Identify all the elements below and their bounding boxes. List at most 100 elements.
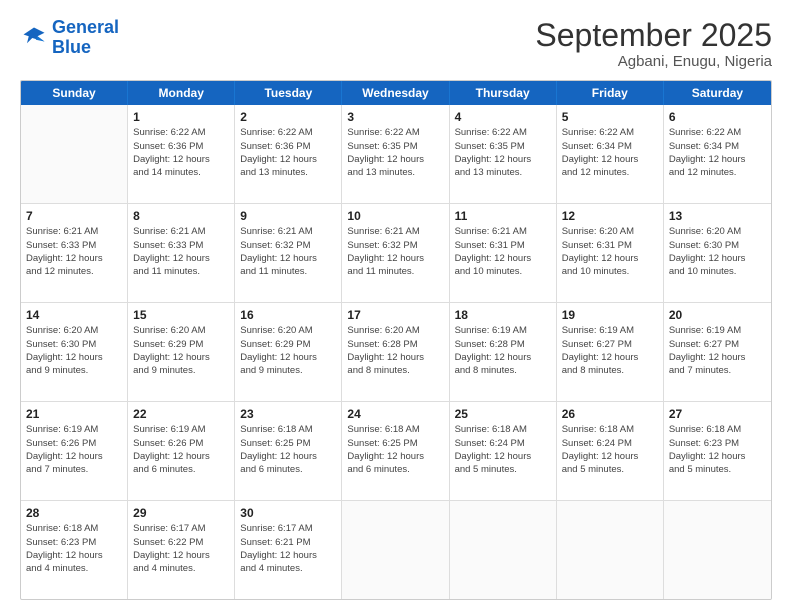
day-info: Sunrise: 6:21 AM Sunset: 6:31 PM Dayligh…	[455, 225, 551, 278]
day-info: Sunrise: 6:18 AM Sunset: 6:24 PM Dayligh…	[562, 423, 658, 476]
day-number: 17	[347, 307, 443, 323]
calendar-row-0: 1Sunrise: 6:22 AM Sunset: 6:36 PM Daylig…	[21, 105, 771, 204]
day-info: Sunrise: 6:19 AM Sunset: 6:28 PM Dayligh…	[455, 324, 551, 377]
day-number: 18	[455, 307, 551, 323]
day-number: 7	[26, 208, 122, 224]
day-number: 23	[240, 406, 336, 422]
calendar-row-1: 7Sunrise: 6:21 AM Sunset: 6:33 PM Daylig…	[21, 204, 771, 303]
calendar-row-3: 21Sunrise: 6:19 AM Sunset: 6:26 PM Dayli…	[21, 402, 771, 501]
day-number: 9	[240, 208, 336, 224]
day-number: 4	[455, 109, 551, 125]
empty-cell	[450, 501, 557, 599]
day-info: Sunrise: 6:18 AM Sunset: 6:24 PM Dayligh…	[455, 423, 551, 476]
day-number: 28	[26, 505, 122, 521]
day-info: Sunrise: 6:17 AM Sunset: 6:21 PM Dayligh…	[240, 522, 336, 575]
day-cell-26: 26Sunrise: 6:18 AM Sunset: 6:24 PM Dayli…	[557, 402, 664, 500]
day-number: 26	[562, 406, 658, 422]
day-info: Sunrise: 6:22 AM Sunset: 6:35 PM Dayligh…	[455, 126, 551, 179]
empty-cell	[664, 501, 771, 599]
day-number: 22	[133, 406, 229, 422]
day-cell-20: 20Sunrise: 6:19 AM Sunset: 6:27 PM Dayli…	[664, 303, 771, 401]
day-info: Sunrise: 6:18 AM Sunset: 6:25 PM Dayligh…	[347, 423, 443, 476]
day-cell-15: 15Sunrise: 6:20 AM Sunset: 6:29 PM Dayli…	[128, 303, 235, 401]
day-cell-9: 9Sunrise: 6:21 AM Sunset: 6:32 PM Daylig…	[235, 204, 342, 302]
day-number: 2	[240, 109, 336, 125]
day-cell-5: 5Sunrise: 6:22 AM Sunset: 6:34 PM Daylig…	[557, 105, 664, 203]
weekday-header-sunday: Sunday	[21, 81, 128, 105]
day-info: Sunrise: 6:19 AM Sunset: 6:26 PM Dayligh…	[26, 423, 122, 476]
location: Agbani, Enugu, Nigeria	[535, 53, 772, 70]
day-number: 10	[347, 208, 443, 224]
day-number: 30	[240, 505, 336, 521]
day-cell-21: 21Sunrise: 6:19 AM Sunset: 6:26 PM Dayli…	[21, 402, 128, 500]
day-info: Sunrise: 6:22 AM Sunset: 6:34 PM Dayligh…	[562, 126, 658, 179]
day-cell-29: 29Sunrise: 6:17 AM Sunset: 6:22 PM Dayli…	[128, 501, 235, 599]
day-cell-17: 17Sunrise: 6:20 AM Sunset: 6:28 PM Dayli…	[342, 303, 449, 401]
day-cell-19: 19Sunrise: 6:19 AM Sunset: 6:27 PM Dayli…	[557, 303, 664, 401]
header: General Blue September 2025 Agbani, Enug…	[20, 18, 772, 70]
calendar-body: 1Sunrise: 6:22 AM Sunset: 6:36 PM Daylig…	[21, 105, 771, 599]
day-cell-4: 4Sunrise: 6:22 AM Sunset: 6:35 PM Daylig…	[450, 105, 557, 203]
day-info: Sunrise: 6:18 AM Sunset: 6:25 PM Dayligh…	[240, 423, 336, 476]
day-info: Sunrise: 6:21 AM Sunset: 6:33 PM Dayligh…	[26, 225, 122, 278]
day-number: 3	[347, 109, 443, 125]
day-info: Sunrise: 6:22 AM Sunset: 6:36 PM Dayligh…	[133, 126, 229, 179]
day-info: Sunrise: 6:20 AM Sunset: 6:30 PM Dayligh…	[669, 225, 766, 278]
logo-text: General Blue	[52, 18, 119, 58]
logo-line1: General	[52, 17, 119, 37]
day-cell-11: 11Sunrise: 6:21 AM Sunset: 6:31 PM Dayli…	[450, 204, 557, 302]
day-info: Sunrise: 6:21 AM Sunset: 6:32 PM Dayligh…	[347, 225, 443, 278]
weekday-header-tuesday: Tuesday	[235, 81, 342, 105]
day-number: 29	[133, 505, 229, 521]
day-cell-12: 12Sunrise: 6:20 AM Sunset: 6:31 PM Dayli…	[557, 204, 664, 302]
day-cell-22: 22Sunrise: 6:19 AM Sunset: 6:26 PM Dayli…	[128, 402, 235, 500]
day-info: Sunrise: 6:19 AM Sunset: 6:27 PM Dayligh…	[562, 324, 658, 377]
day-cell-25: 25Sunrise: 6:18 AM Sunset: 6:24 PM Dayli…	[450, 402, 557, 500]
day-info: Sunrise: 6:19 AM Sunset: 6:27 PM Dayligh…	[669, 324, 766, 377]
day-number: 20	[669, 307, 766, 323]
day-cell-18: 18Sunrise: 6:19 AM Sunset: 6:28 PM Dayli…	[450, 303, 557, 401]
day-info: Sunrise: 6:18 AM Sunset: 6:23 PM Dayligh…	[26, 522, 122, 575]
day-info: Sunrise: 6:19 AM Sunset: 6:26 PM Dayligh…	[133, 423, 229, 476]
page: General Blue September 2025 Agbani, Enug…	[0, 0, 792, 612]
logo: General Blue	[20, 18, 119, 58]
day-number: 11	[455, 208, 551, 224]
day-number: 13	[669, 208, 766, 224]
day-number: 14	[26, 307, 122, 323]
day-cell-2: 2Sunrise: 6:22 AM Sunset: 6:36 PM Daylig…	[235, 105, 342, 203]
calendar-row-2: 14Sunrise: 6:20 AM Sunset: 6:30 PM Dayli…	[21, 303, 771, 402]
day-number: 19	[562, 307, 658, 323]
day-info: Sunrise: 6:20 AM Sunset: 6:29 PM Dayligh…	[133, 324, 229, 377]
day-number: 12	[562, 208, 658, 224]
day-number: 1	[133, 109, 229, 125]
day-info: Sunrise: 6:20 AM Sunset: 6:29 PM Dayligh…	[240, 324, 336, 377]
logo-icon	[20, 24, 48, 52]
day-cell-16: 16Sunrise: 6:20 AM Sunset: 6:29 PM Dayli…	[235, 303, 342, 401]
calendar: SundayMondayTuesdayWednesdayThursdayFrid…	[20, 80, 772, 600]
day-cell-8: 8Sunrise: 6:21 AM Sunset: 6:33 PM Daylig…	[128, 204, 235, 302]
day-cell-14: 14Sunrise: 6:20 AM Sunset: 6:30 PM Dayli…	[21, 303, 128, 401]
day-info: Sunrise: 6:20 AM Sunset: 6:31 PM Dayligh…	[562, 225, 658, 278]
day-info: Sunrise: 6:22 AM Sunset: 6:34 PM Dayligh…	[669, 126, 766, 179]
day-number: 5	[562, 109, 658, 125]
weekday-header-friday: Friday	[557, 81, 664, 105]
day-number: 24	[347, 406, 443, 422]
calendar-row-4: 28Sunrise: 6:18 AM Sunset: 6:23 PM Dayli…	[21, 501, 771, 599]
day-cell-30: 30Sunrise: 6:17 AM Sunset: 6:21 PM Dayli…	[235, 501, 342, 599]
day-number: 15	[133, 307, 229, 323]
weekday-header-saturday: Saturday	[664, 81, 771, 105]
day-info: Sunrise: 6:21 AM Sunset: 6:32 PM Dayligh…	[240, 225, 336, 278]
day-cell-13: 13Sunrise: 6:20 AM Sunset: 6:30 PM Dayli…	[664, 204, 771, 302]
day-info: Sunrise: 6:22 AM Sunset: 6:36 PM Dayligh…	[240, 126, 336, 179]
logo-line2: Blue	[52, 37, 91, 57]
day-cell-27: 27Sunrise: 6:18 AM Sunset: 6:23 PM Dayli…	[664, 402, 771, 500]
weekday-header-wednesday: Wednesday	[342, 81, 449, 105]
day-number: 8	[133, 208, 229, 224]
day-number: 21	[26, 406, 122, 422]
day-cell-10: 10Sunrise: 6:21 AM Sunset: 6:32 PM Dayli…	[342, 204, 449, 302]
day-info: Sunrise: 6:22 AM Sunset: 6:35 PM Dayligh…	[347, 126, 443, 179]
month-title: September 2025	[535, 18, 772, 53]
day-number: 16	[240, 307, 336, 323]
day-cell-28: 28Sunrise: 6:18 AM Sunset: 6:23 PM Dayli…	[21, 501, 128, 599]
day-info: Sunrise: 6:18 AM Sunset: 6:23 PM Dayligh…	[669, 423, 766, 476]
